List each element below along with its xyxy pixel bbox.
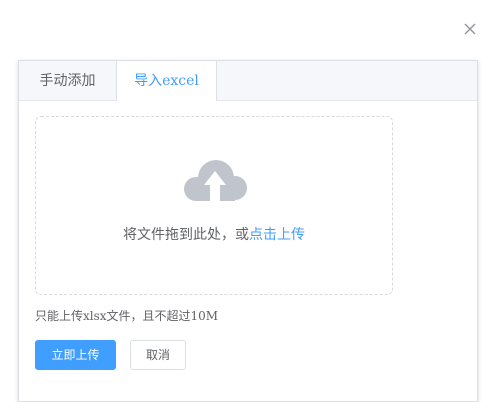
dropzone-hint: 将文件拖到此处，或 xyxy=(123,227,249,243)
upload-cloud-icon xyxy=(180,155,250,211)
tab-manual-add[interactable]: 手动添加 xyxy=(19,61,116,101)
tab-header: 手动添加 导入excel xyxy=(19,61,477,101)
upload-dropzone[interactable]: 将文件拖到此处，或点击上传 xyxy=(35,116,393,295)
close-icon[interactable] xyxy=(461,20,479,38)
upload-tip: 只能上传xlsx文件，且不超过10M xyxy=(35,309,219,323)
import-dialog: 手动添加 导入excel 将文件拖到此处，或点击上传 只能上传xlsx文件，且不… xyxy=(0,0,500,402)
tab-import-excel[interactable]: 导入excel xyxy=(116,61,217,101)
click-upload-link[interactable]: 点击上传 xyxy=(249,227,305,243)
dropzone-text: 将文件拖到此处，或点击上传 xyxy=(36,224,392,244)
cancel-button[interactable]: 取消 xyxy=(130,340,186,370)
submit-upload-button[interactable]: 立即上传 xyxy=(35,340,116,370)
tabs-card: 手动添加 导入excel 将文件拖到此处，或点击上传 只能上传xlsx文件，且不… xyxy=(18,60,478,402)
